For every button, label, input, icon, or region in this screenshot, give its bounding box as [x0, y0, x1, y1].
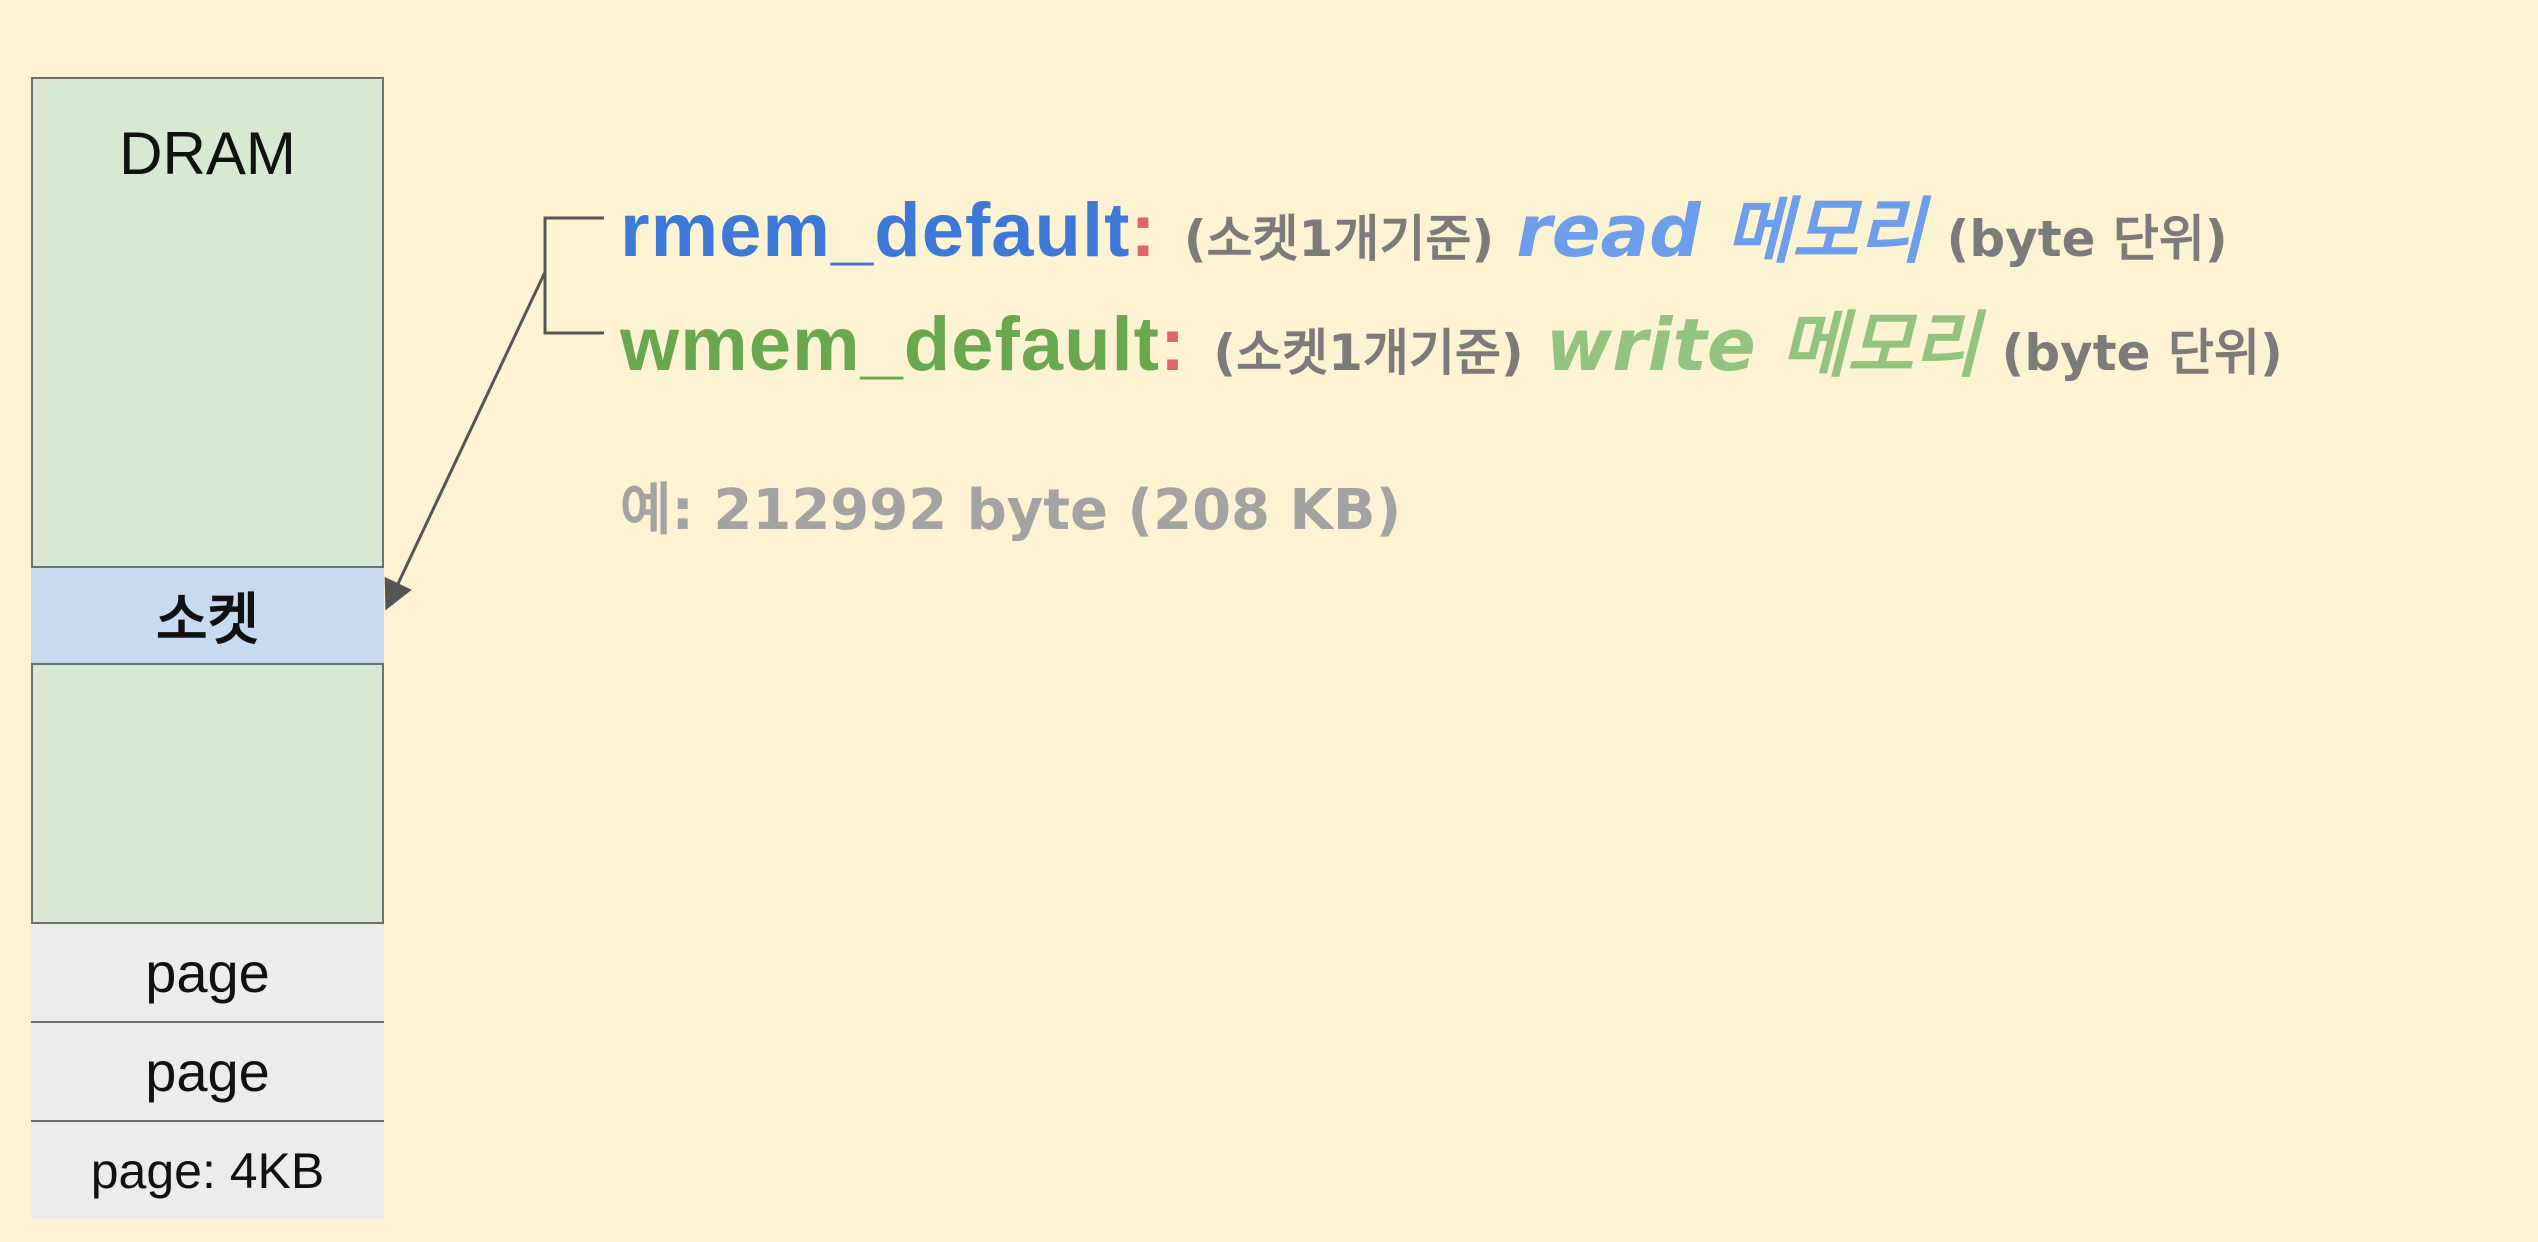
rmem-default-scope: (소켓1개기준) [1183, 210, 1495, 268]
wmem-default-unit: (byte 단위) [2001, 324, 2283, 382]
rmem-default-unit: (byte 단위) [1946, 210, 2228, 268]
connector-arrow [384, 271, 547, 611]
rmem-default-colon: : [1130, 188, 1156, 273]
bracket-line [543, 216, 604, 335]
wmem-default-scope: (소켓1개기준) [1213, 324, 1524, 382]
rmem-default-name: rmem_default [620, 188, 1131, 273]
wmem-default-line: wmem_default : (소켓1개기준) write 메모리 (byte … [620, 286, 2283, 391]
wmem-default-colon: : [1159, 302, 1186, 387]
wmem-default-name: wmem_default [620, 302, 1160, 387]
rmem-default-type: read 메모리 [1516, 189, 1925, 273]
rmem-default-line: rmem_default : (소켓1개기준) read 메모리 (byte 단… [620, 172, 2228, 277]
wmem-default-type: write 메모리 [1545, 303, 1980, 387]
example-value: 예: 212992 byte (208 KB) [620, 478, 1402, 543]
